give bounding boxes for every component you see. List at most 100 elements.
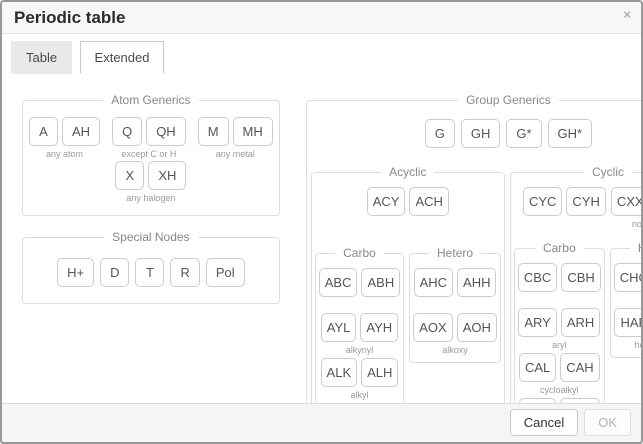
acyclic-hetero-legend-text: Hetero [429,246,481,260]
acy-pair: ACY ACH [367,187,449,230]
button-pol[interactable]: Pol [206,258,245,287]
cycloalkenyl-pair: CEL CEH cycloalkenyl [518,398,601,403]
except-c-or-h-caption: except C or H [112,148,186,160]
button-cxx[interactable]: CXX [611,187,641,216]
button-h-plus[interactable]: H+ [57,258,94,287]
abc-caption [319,299,400,311]
ahc-caption [413,299,497,311]
cyclic-legend: Cyclic [511,165,641,180]
group-generics-legend-text: Group Generics [458,93,559,107]
button-cyh[interactable]: CYH [566,187,605,216]
button-gh[interactable]: GH [461,119,501,148]
button-a[interactable]: A [29,117,58,146]
button-arh[interactable]: ARH [561,308,600,337]
cycloalkyl-pair: CAL CAH cycloalkyl [518,353,601,396]
hetero-aryl-caption: hetero aryl [614,339,641,351]
button-cbc[interactable]: CBC [518,263,557,292]
acyclic-legend-text: Acyclic [381,165,434,179]
button-abc[interactable]: ABC [319,268,358,297]
button-abh[interactable]: ABH [361,268,400,297]
right-column: Group Generics G GH G* GH* Acyclic [306,92,641,403]
button-aox[interactable]: AOX [413,313,452,342]
cyclic-carbo-legend: Carbo [515,241,604,256]
ok-button[interactable]: OK [584,409,631,436]
cancel-button[interactable]: Cancel [510,409,578,436]
button-ahh[interactable]: AHH [457,268,496,297]
button-d[interactable]: D [100,258,129,287]
atom-generics-legend-text: Atom Generics [103,93,198,107]
tab-table[interactable]: Table [11,41,72,74]
any-metal-pair: M MH any metal [198,117,273,160]
acy-caption [367,218,449,230]
cyc-caption [523,218,606,230]
cyclic-hetero-legend-text: Hetero [630,241,641,255]
dialog-footer: Cancel OK [2,403,641,442]
button-m[interactable]: M [198,117,229,146]
button-cal[interactable]: CAL [519,353,556,382]
acyclic-carbo-group: Carbo ABC ABH [315,253,404,403]
content-columns: Atom Generics A AH any atom Q [11,86,632,403]
button-xh[interactable]: XH [148,161,186,190]
acyclic-hetero-legend: Hetero [410,246,500,261]
alkynyl-pair: AYL AYH alkynyl [319,313,400,356]
except-c-or-h-pair: Q QH except C or H [112,117,186,160]
button-mh[interactable]: MH [233,117,273,146]
cyclic-group: Cyclic CYC CYH [510,172,641,403]
button-cah[interactable]: CAH [560,353,599,382]
cycloalkyl-caption: cycloalkyl [518,384,601,396]
button-ayl[interactable]: AYL [321,313,357,342]
button-har[interactable]: HAR [614,308,641,337]
button-cbh[interactable]: CBH [561,263,600,292]
button-t[interactable]: T [135,258,164,287]
special-nodes-group: Special Nodes H+ D T R Pol [22,237,280,304]
button-g[interactable]: G [425,119,455,148]
button-g-star[interactable]: G* [506,119,541,148]
button-aoh[interactable]: AOH [457,313,497,342]
button-ary[interactable]: ARY [518,308,557,337]
ahc-pair: AHC AHH [413,268,497,311]
button-cel[interactable]: CEL [519,398,556,403]
hetero-aryl-pair: HAR HAH hetero aryl [614,308,641,351]
button-x[interactable]: X [115,161,144,190]
atom-generics-legend: Atom Generics [23,93,279,108]
button-ayh[interactable]: AYH [360,313,398,342]
alkyl-pair: ALK ALH alkyl [319,358,400,401]
cyclic-hetero-legend: Hetero [611,241,641,256]
button-ach[interactable]: ACH [409,187,448,216]
group-generics-group: Group Generics G GH G* GH* Acyclic [306,100,641,403]
button-gh-star[interactable]: GH* [548,119,593,148]
cbc-pair: CBC CBH [518,263,601,306]
chc-pair: CHC CHH [614,263,641,306]
button-alk[interactable]: ALK [321,358,358,387]
button-acy[interactable]: ACY [367,187,406,216]
alkoxy-caption: alkoxy [413,344,497,356]
tab-extended[interactable]: Extended [80,41,165,74]
aryl-pair: ARY ARH aryl [518,308,601,351]
any-halogen-pair: X XH any halogen [115,161,186,204]
button-cyc[interactable]: CYC [523,187,562,216]
cbc-caption [518,294,601,306]
close-icon[interactable]: × [621,6,633,24]
cyc-pair: CYC CYH [523,187,606,230]
aryl-caption: aryl [518,339,601,351]
button-chc[interactable]: CHC [614,263,641,292]
acyclic-hetero-group: Hetero AHC AHH [409,253,501,363]
button-r[interactable]: R [170,258,199,287]
special-nodes-legend-text: Special Nodes [104,230,197,244]
group-generics-legend: Group Generics [307,93,641,108]
button-q[interactable]: Q [112,117,142,146]
alkoxy-pair: AOX AOH alkoxy [413,313,497,356]
dialog-body: Table Extended Atom Generics A AH any at… [2,34,641,403]
abc-pair: ABC ABH [319,268,400,311]
cyclic-top-row: CYC CYH CXX CXH [514,187,641,230]
acyclic-carbo-legend: Carbo [316,246,403,261]
acyclic-legend: Acyclic [312,165,504,180]
button-alh[interactable]: ALH [361,358,398,387]
button-qh[interactable]: QH [146,117,186,146]
chc-caption [614,294,641,306]
button-ahc[interactable]: AHC [414,268,453,297]
alkynyl-caption: alkynyl [319,344,400,356]
button-ceh[interactable]: CEH [560,398,599,403]
button-ah[interactable]: AH [62,117,100,146]
dialog-title: Periodic table [14,8,629,28]
